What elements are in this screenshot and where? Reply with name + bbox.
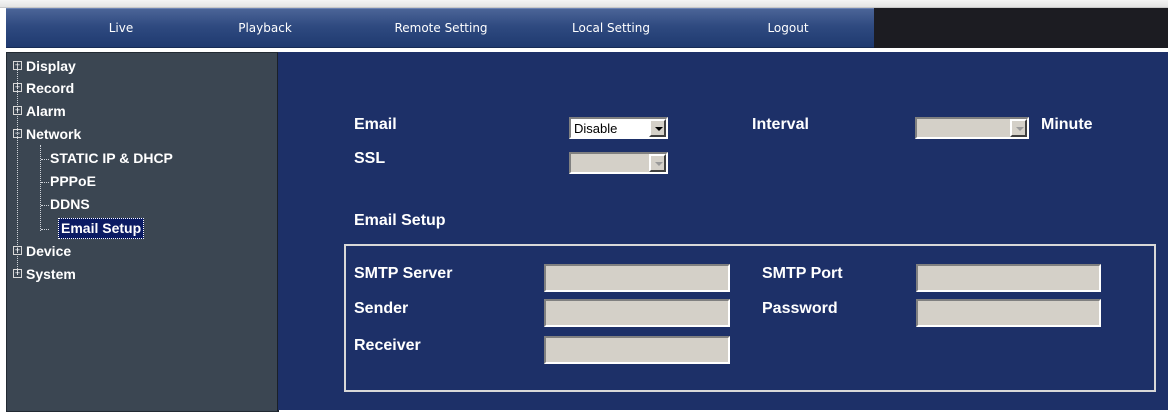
email-select-value: Disable xyxy=(574,121,618,136)
dropdown-arrow-icon[interactable] xyxy=(1010,119,1027,137)
receiver-field[interactable] xyxy=(544,336,730,364)
email-select[interactable]: Disable xyxy=(569,117,668,139)
sender-field[interactable] xyxy=(544,299,730,327)
interval-label: Interval xyxy=(752,116,809,133)
smtp-port-field[interactable] xyxy=(916,264,1101,292)
expand-icon[interactable]: + xyxy=(13,61,22,70)
minute-label: Minute xyxy=(1041,116,1093,133)
ssl-select[interactable] xyxy=(569,152,668,174)
smtp-port-label: SMTP Port xyxy=(762,265,843,282)
receiver-label: Receiver xyxy=(354,337,421,354)
email-setup-title: Email Setup xyxy=(354,212,446,229)
password-field[interactable] xyxy=(916,299,1101,327)
sender-label: Sender xyxy=(354,300,409,317)
tree-connector xyxy=(40,145,41,231)
collapse-icon[interactable]: − xyxy=(13,129,22,138)
tree-connector xyxy=(41,182,49,183)
expand-icon[interactable]: + xyxy=(13,83,22,92)
expand-icon[interactable]: + xyxy=(13,246,22,255)
nav-filler xyxy=(874,8,1168,48)
dropdown-arrow-icon[interactable] xyxy=(649,119,666,137)
window-top-strip xyxy=(0,0,1168,8)
email-label: Email xyxy=(354,116,397,133)
email-settings-panel: Email Disable Interval Minute SSL Email … xyxy=(278,52,1168,410)
expand-icon[interactable]: + xyxy=(13,106,22,115)
main-nav: Live Playback Remote Setting Local Setti… xyxy=(6,8,874,48)
ssl-label: SSL xyxy=(354,150,386,167)
settings-tree: + Display + Record + Alarm − Network STA… xyxy=(6,52,279,412)
email-setup-group: SMTP Server SMTP Port Sender Password Re… xyxy=(344,244,1156,392)
tree-connector xyxy=(41,205,49,206)
tree-connector xyxy=(17,67,18,275)
nav-playback[interactable]: Playback xyxy=(230,9,300,47)
expand-icon[interactable]: + xyxy=(13,269,22,278)
smtp-server-label: SMTP Server xyxy=(354,265,453,282)
nav-local-setting[interactable]: Local Setting xyxy=(556,9,666,47)
smtp-server-field[interactable] xyxy=(544,264,730,292)
nav-remote-setting[interactable]: Remote Setting xyxy=(386,9,496,47)
tree-connector xyxy=(41,229,49,230)
interval-select[interactable] xyxy=(915,117,1029,139)
top-bar: Live Playback Remote Setting Local Setti… xyxy=(0,0,1168,52)
tree-connector xyxy=(41,159,49,160)
password-label: Password xyxy=(762,300,838,317)
dropdown-arrow-icon[interactable] xyxy=(649,154,666,172)
nav-logout[interactable]: Logout xyxy=(758,9,818,47)
nav-live[interactable]: Live xyxy=(101,9,141,47)
